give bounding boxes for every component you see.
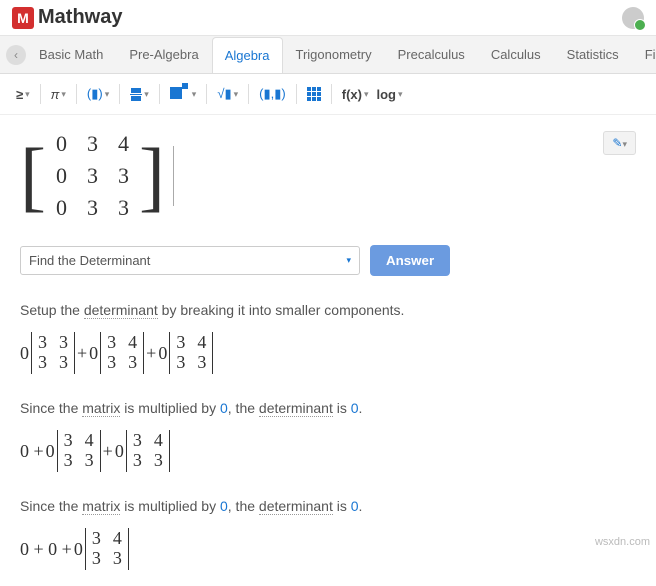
brand-logo[interactable]: M Mathway [12, 6, 122, 29]
bracket-right-icon: ] [139, 145, 165, 207]
tab-calculus[interactable]: Calculus [478, 36, 554, 73]
text-cursor [173, 146, 174, 206]
separator [159, 84, 160, 104]
answer-button[interactable]: Answer [370, 245, 450, 276]
tool-sqrt[interactable]: √▮▾ [215, 82, 240, 106]
math-line-2: 0 + 0 3343 + 0 3343 [0, 426, 656, 488]
chevron-down-icon: ▾ [346, 255, 351, 266]
operation-row: Find the Determinant ▾ Answer [0, 237, 656, 292]
operation-select[interactable]: Find the Determinant ▾ [20, 246, 360, 275]
solution-step-1: Setup the determinant by breaking it int… [0, 292, 656, 328]
tab-precalculus[interactable]: Precalculus [385, 36, 478, 73]
pencil-icon: ✎ [612, 136, 622, 150]
edit-button[interactable]: ✎▾ [603, 131, 636, 155]
tool-inequality[interactable]: ≥▾ [14, 83, 32, 106]
separator [248, 84, 249, 104]
tool-fraction[interactable]: ▾ [128, 84, 151, 105]
grid-icon [307, 87, 321, 101]
expression-editor[interactable]: [ 000 333 433 ] ✎▾ [0, 115, 656, 237]
bracket-left-icon: [ [20, 145, 46, 207]
brand-name: Mathway [38, 6, 122, 29]
tool-pi[interactable]: π▾ [49, 83, 68, 106]
separator [119, 84, 120, 104]
tool-exponent[interactable]: ▾ [168, 83, 199, 106]
tab-trigonometry[interactable]: Trigonometry [283, 36, 385, 73]
tab-algebra[interactable]: Algebra [212, 37, 283, 74]
tool-paren[interactable]: (▮)▾ [85, 82, 111, 106]
tool-fx[interactable]: f(x)▾ [340, 83, 371, 106]
operation-selected: Find the Determinant [29, 253, 150, 268]
watermark: wsxdn.com [595, 536, 650, 548]
math-line-1: 0 3333 + 0 3343 + 0 3343 [0, 328, 656, 390]
subject-tabs: ‹ Basic Math Pre-Algebra Algebra Trigono… [0, 36, 656, 74]
tool-coord[interactable]: (▮,▮) [257, 82, 288, 106]
tab-finite-math[interactable]: Finite Math [632, 36, 656, 73]
separator [76, 84, 77, 104]
solution-step-3: Since the matrix is multiplied by 0, the… [0, 488, 656, 524]
app-header: M Mathway [0, 0, 656, 36]
separator [296, 84, 297, 104]
math-line-3: 0 + 0 + 0 3343 [0, 524, 656, 586]
math-toolbar: ≥▾ π▾ (▮)▾ ▾ ▾ √▮▾ (▮,▮) f(x)▾ log▾ [0, 74, 656, 115]
tool-matrix[interactable] [305, 83, 323, 105]
user-avatar[interactable] [622, 7, 644, 29]
tool-log[interactable]: log▾ [374, 83, 404, 106]
tab-pre-algebra[interactable]: Pre-Algebra [116, 36, 211, 73]
separator [206, 84, 207, 104]
separator [331, 84, 332, 104]
separator [40, 84, 41, 104]
tabs-prev-icon[interactable]: ‹ [6, 45, 26, 65]
logo-badge-icon: M [12, 7, 34, 29]
tab-statistics[interactable]: Statistics [554, 36, 632, 73]
solution-step-2: Since the matrix is multiplied by 0, the… [0, 390, 656, 426]
tab-basic-math[interactable]: Basic Math [26, 36, 116, 73]
input-matrix: [ 000 333 433 ] [20, 131, 174, 221]
